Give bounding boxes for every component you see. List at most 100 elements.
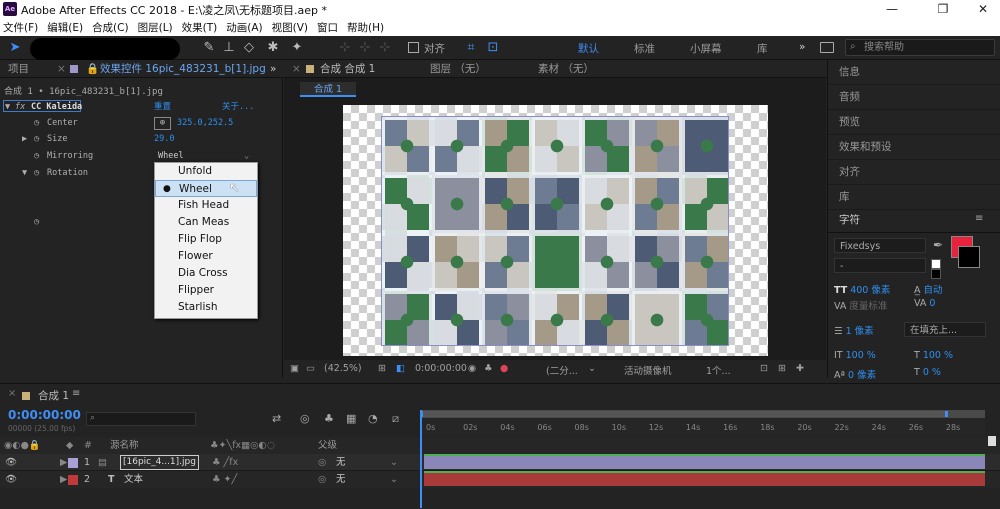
expand-arrow-icon[interactable]: ▶ xyxy=(60,454,67,471)
dropdown-option[interactable]: Can Meas xyxy=(155,214,257,231)
puppet-tool-icon[interactable]: ✦ xyxy=(288,39,306,57)
chevron-down-icon[interactable]: ⌄ xyxy=(390,471,398,488)
pickwhip-icon[interactable]: ◎ xyxy=(318,471,326,488)
safe-zone-icon[interactable]: ⊞ xyxy=(378,363,386,374)
stroke-width-value[interactable]: 1 像素 xyxy=(846,326,874,337)
camera-snapshot-icon[interactable]: ◉ xyxy=(468,363,476,374)
roto-brush-tool-icon[interactable]: ✱ xyxy=(264,39,282,57)
eyedropper-icon[interactable]: ✒ xyxy=(933,238,943,252)
workspace-standard[interactable]: 标准 xyxy=(634,41,655,56)
vertical-scale-value[interactable]: 100 % xyxy=(846,350,876,361)
snap-grid-icon[interactable]: ⊡ xyxy=(484,39,502,57)
sync-settings-icon[interactable] xyxy=(820,42,834,53)
view-count-select[interactable]: 1个... xyxy=(706,363,731,377)
world-axis-icon[interactable]: ⊹ xyxy=(356,39,374,57)
menu-effect[interactable]: 效果(T) xyxy=(182,20,218,35)
snap-options-icon[interactable]: ⌗ xyxy=(462,39,480,57)
snap-checkbox[interactable] xyxy=(408,42,419,53)
help-search-input[interactable]: 搜索帮助 xyxy=(845,39,995,56)
black-swatch[interactable] xyxy=(931,269,941,279)
parent-header[interactable]: 父级 xyxy=(318,437,337,454)
expand-arrow-icon[interactable]: ▼ xyxy=(5,99,10,116)
stopwatch-icon[interactable]: ◷ xyxy=(34,214,39,231)
time-ruler[interactable]: 0s 02s 04s 06s 08s 10s 12s 14s 16s 18s 20s 22s 24s 26… xyxy=(420,410,985,436)
stopwatch-icon[interactable]: ◷ xyxy=(34,148,39,165)
prop-value[interactable]: 325.0,252.5 xyxy=(177,115,233,132)
baseline-value[interactable]: 0 像素 xyxy=(848,370,876,381)
font-style-select[interactable]: - xyxy=(834,258,926,273)
fast-preview-icon[interactable]: ✚ xyxy=(796,363,804,374)
timeline-comp-tab[interactable]: 合成 1 xyxy=(38,388,69,403)
selection-tool-icon[interactable]: ➤ xyxy=(6,39,24,57)
show-snapshot-icon[interactable]: ♣ xyxy=(484,363,493,374)
menu-composition[interactable]: 合成(C) xyxy=(92,20,129,35)
tab-footage[interactable]: 素材 （无） xyxy=(538,60,594,78)
eye-icon[interactable]: 👁 xyxy=(5,471,17,488)
dropdown-option[interactable]: Flip Flop xyxy=(155,231,257,248)
layer-name[interactable]: 文本 xyxy=(124,471,143,488)
workspace-libraries[interactable]: 库 xyxy=(757,41,768,56)
layer-2-bar[interactable] xyxy=(424,473,985,486)
stroke-color-swatch[interactable] xyxy=(958,246,980,268)
panel-effects-presets[interactable]: 效果和预设 xyxy=(828,135,1000,160)
chevron-down-icon[interactable]: ⌄ xyxy=(588,363,596,374)
eraser-tool-icon[interactable]: ◇ xyxy=(240,39,258,57)
camera-select[interactable]: 活动摄像机 xyxy=(624,363,672,377)
about-link[interactable]: 关于... xyxy=(222,99,254,116)
tab-composition[interactable]: 合成 合成 1 xyxy=(320,60,375,78)
fx-icon[interactable]: fx xyxy=(15,99,25,116)
reset-exposure-icon[interactable]: ⊞ xyxy=(778,363,786,374)
dropdown-option-selected[interactable]: ● Wheel xyxy=(155,180,257,197)
zoom-select[interactable]: (42.5%) xyxy=(324,363,362,374)
tab-layer[interactable]: 图层 （无） xyxy=(430,60,486,78)
comp-breadcrumb[interactable]: 合成 1 xyxy=(300,82,356,97)
menu-layer[interactable]: 图层(L) xyxy=(138,20,173,35)
panel-overflow-icon[interactable]: » xyxy=(270,60,276,78)
layer-switches-icon[interactable]: ♣ ✦╱ xyxy=(212,471,237,488)
comp-mini-flowchart-icon[interactable]: ⇄ xyxy=(272,412,281,425)
panel-info[interactable]: 信息 xyxy=(828,60,1000,85)
view-axis-icon[interactable]: ⊹ xyxy=(376,39,394,57)
clone-stamp-tool-icon[interactable]: ⊥ xyxy=(220,39,238,57)
menu-edit[interactable]: 编辑(E) xyxy=(47,20,83,35)
kerning-value[interactable]: 度量标准 xyxy=(849,301,887,312)
menu-file[interactable]: 文件(F) xyxy=(3,20,38,35)
tsume-value[interactable]: 0 % xyxy=(923,367,941,378)
panel-libraries[interactable]: 库 xyxy=(828,185,1000,210)
panel-audio[interactable]: 音频 xyxy=(828,85,1000,110)
dropdown-option[interactable]: Unfold xyxy=(155,163,257,180)
font-family-select[interactable]: Fixedsys xyxy=(834,238,926,253)
expand-arrow-icon[interactable]: ▶ xyxy=(22,131,27,148)
eye-icon[interactable]: 👁 xyxy=(5,454,17,471)
leading-value[interactable]: 自动 xyxy=(924,285,943,296)
font-size-value[interactable]: 400 像素 xyxy=(850,285,890,296)
crosshair-icon[interactable]: ⊕ xyxy=(154,117,171,130)
stopwatch-icon[interactable]: ◷ xyxy=(34,131,39,148)
maximize-button[interactable]: ❐ xyxy=(928,1,958,17)
panel-align[interactable]: 对齐 xyxy=(828,160,1000,185)
pickwhip-icon[interactable]: ◎ xyxy=(318,454,326,471)
parent-select[interactable]: 无 xyxy=(336,471,346,488)
local-axis-icon[interactable]: ⊹ xyxy=(336,39,354,57)
layer-color-label[interactable] xyxy=(68,458,78,468)
layer-switches-icon[interactable]: ♣ ╱fx xyxy=(212,454,238,471)
workspace-small-screen[interactable]: 小屏幕 xyxy=(690,41,722,56)
timeline-search-input[interactable]: ⌕ xyxy=(86,412,196,426)
stroke-mode-select[interactable]: 在填充上... xyxy=(904,322,986,337)
brush-tool-icon[interactable]: ✎ xyxy=(200,39,218,57)
expand-arrow-icon[interactable]: ▼ xyxy=(22,165,27,182)
layer-color-label[interactable] xyxy=(68,475,78,485)
preview-icon[interactable]: ▣ xyxy=(290,363,299,374)
work-area-range[interactable] xyxy=(420,411,948,417)
graph-editor-icon[interactable]: ⧄ xyxy=(392,412,399,426)
close-icon[interactable]: × xyxy=(8,388,16,399)
motion-blur-icon[interactable]: ◔ xyxy=(368,412,378,425)
white-swatch[interactable] xyxy=(931,259,941,269)
layer-1-bar[interactable] xyxy=(424,456,985,469)
close-button[interactable]: ✕ xyxy=(968,1,998,17)
reset-link[interactable]: 重置 xyxy=(154,99,171,116)
close-icon[interactable]: × xyxy=(292,60,301,78)
dropdown-option[interactable]: Flipper xyxy=(155,282,257,299)
tracking-value[interactable]: 0 xyxy=(929,298,935,309)
menu-animation[interactable]: 动画(A) xyxy=(226,20,262,35)
